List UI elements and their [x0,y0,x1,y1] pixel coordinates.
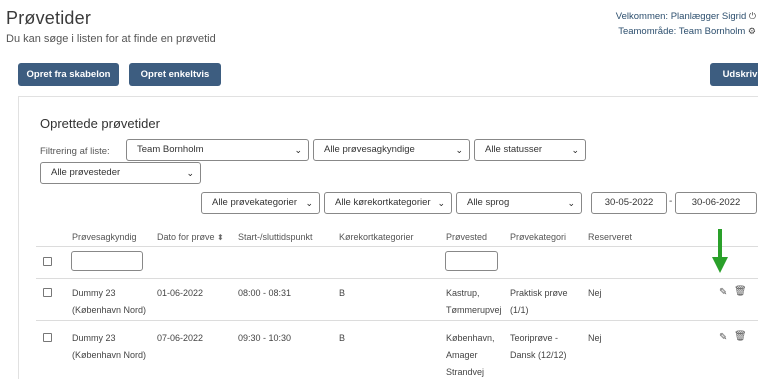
cell-date: 01-06-2022 [157,288,204,298]
select-all-checkbox[interactable] [43,257,52,266]
trash-icon[interactable]: 🗑 [734,286,747,297]
trash-icon[interactable]: 🗑 [734,331,747,342]
team-area-text: Teamområde: Team Bornholm [618,26,746,37]
examiner-name: Dummy 23 [72,333,116,343]
team-select[interactable]: Team Bornholm ⌄ [126,139,309,161]
exam-category-line: (1/1) [510,305,529,315]
arrow-down-icon [712,229,728,273]
exam-category-line: Praktisk prøve [510,288,568,298]
gear-icon[interactable]: ⚙ [748,26,756,36]
examiner-region: (København Nord) [72,305,147,315]
row-checkbox[interactable] [43,288,52,297]
status-select-value: Alle statusser [485,144,543,155]
examiner-select[interactable]: Alle prøvesagkyndige ⌄ [313,139,470,161]
cell-exam-category: Praktisk prøve (1/1) [510,285,568,319]
divider [36,278,758,279]
create-single-button[interactable]: Opret enkeltvis [129,63,221,86]
cell-reserved: Nej [588,333,602,343]
location-line: Tømmerupvej [446,305,502,315]
edit-icon[interactable]: ✎ [719,332,727,343]
date-from-input[interactable]: 30-05-2022 [591,192,667,214]
column-header-examiner[interactable]: Prøvesagkyndig [72,232,137,242]
date-to-input[interactable]: 30-06-2022 [675,192,757,214]
column-header-reserved[interactable]: Reserveret [588,232,632,242]
chevron-down-icon: ⌄ [305,198,313,208]
chevron-down-icon: ⌄ [567,198,575,208]
power-icon[interactable]: ⏻ [749,11,756,21]
location-search-input[interactable] [445,251,498,271]
chevron-down-icon: ⌄ [455,145,463,155]
filter-label: Filtrering af liste: [40,146,110,157]
date-separator: - [669,196,673,207]
cell-time: 09:30 - 10:30 [238,333,292,343]
cell-time: 08:00 - 08:31 [238,288,292,298]
create-from-template-button[interactable]: Opret fra skabelon [18,63,119,86]
column-header-date[interactable]: Dato for prøve ⬍ [157,232,224,242]
print-button[interactable]: Udskriv [710,63,758,86]
cell-reserved: Nej [588,288,602,298]
cell-date: 07-06-2022 [157,333,204,343]
location-line: Strandvej [446,367,485,377]
exam-category-select-value: Alle prøvekategorier [212,197,298,208]
chevron-down-icon: ⌄ [437,198,445,208]
edit-icon[interactable]: ✎ [719,287,727,298]
examiner-search-input[interactable] [71,251,143,271]
location-line: Kastrup, [446,288,480,298]
license-category-select[interactable]: Alle kørekortkategorier ⌄ [324,192,452,214]
divider [36,246,758,247]
cell-license-category: B [339,288,346,298]
cell-examiner: Dummy 23 (København Nord) [72,330,146,364]
column-header-date-label: Dato for prøve [157,232,215,242]
cell-examiner: Dummy 23 (København Nord) [72,285,146,319]
chevron-down-icon: ⌄ [294,145,302,155]
chevron-down-icon: ⌄ [186,168,194,178]
location-line: København, [446,333,495,343]
language-select[interactable]: Alle sprog ⌄ [456,192,582,214]
examiner-select-value: Alle prøvesagkyndige [324,144,415,155]
license-category-select-value: Alle kørekortkategorier [335,197,431,208]
column-header-time[interactable]: Start-/sluttidspunkt [238,232,313,242]
exam-category-line: Dansk (12/12) [510,350,567,360]
location-line: Amager [446,350,478,360]
cell-location: København, Amager Strandvej [446,330,495,379]
team-select-value: Team Bornholm [137,144,204,155]
column-header-license-category[interactable]: Kørekortkategorier [339,232,414,242]
column-header-location[interactable]: Prøvested [446,232,487,242]
language-select-value: Alle sprog [467,197,510,208]
examiner-name: Dummy 23 [72,288,116,298]
user-info: Velkommen: Planlægger Sigrid ⏻ Teamområd… [616,9,756,39]
page-subtitle: Du kan søge i listen for at finde en prø… [6,33,216,45]
examiner-region: (København Nord) [72,350,147,360]
cell-license-category: B [339,333,346,343]
cell-location: Kastrup, Tømmerupvej [446,285,502,319]
location-select-value: Alle prøvesteder [51,167,121,178]
welcome-text: Velkommen: Planlægger Sigrid [615,11,747,22]
location-select[interactable]: Alle prøvesteder ⌄ [40,162,201,184]
cell-exam-category: Teoriprøve - Dansk (12/12) [510,330,567,364]
page-title: Prøvetider [6,8,92,28]
chevron-down-icon: ⌄ [571,145,579,155]
status-select[interactable]: Alle statusser ⌄ [474,139,586,161]
divider [36,320,758,321]
sort-icon[interactable]: ⬍ [217,233,224,242]
row-checkbox[interactable] [43,333,52,342]
column-header-exam-category[interactable]: Prøvekategori [510,232,566,242]
exam-category-select[interactable]: Alle prøvekategorier ⌄ [201,192,320,214]
exam-category-line: Teoriprøve - [510,333,559,343]
section-title: Oprettede prøvetider [40,116,160,131]
